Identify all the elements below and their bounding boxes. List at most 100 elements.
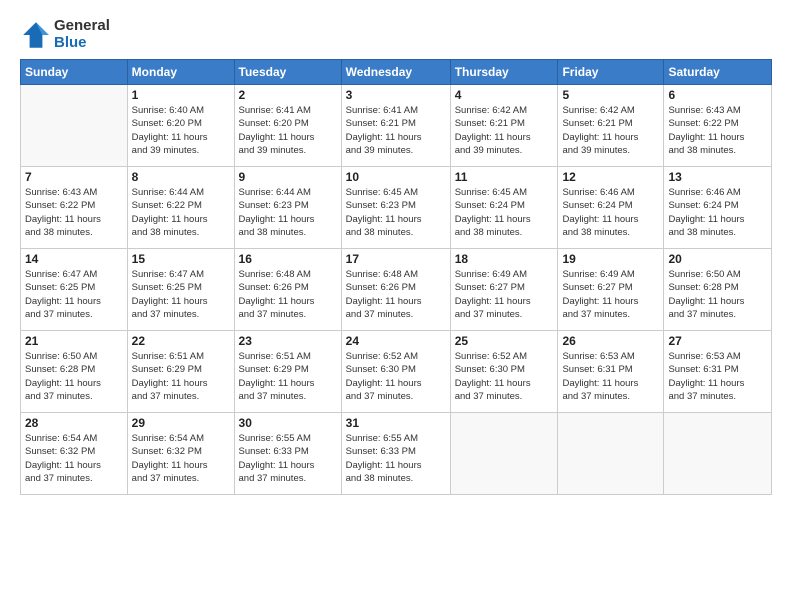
day-info: Sunrise: 6:41 AM Sunset: 6:20 PM Dayligh… <box>239 104 337 157</box>
calendar-cell: 12 Sunrise: 6:46 AM Sunset: 6:24 PM Dayli… <box>558 167 664 249</box>
day-info: Sunrise: 6:45 AM Sunset: 6:24 PM Dayligh… <box>455 186 554 239</box>
weekday-header-thursday: Thursday <box>450 60 558 85</box>
calendar-cell: 4Sunrise: 6:42 AM Sunset: 6:21 PM Daylig… <box>450 85 558 167</box>
weekday-header-row: SundayMondayTuesdayWednesdayThursdayFrid… <box>21 60 772 85</box>
week-row-5: 28 Sunrise: 6:54 AM Sunset: 6:32 PM Dayli… <box>21 413 772 495</box>
header: General Blue <box>20 18 772 51</box>
day-info: Sunrise: 6:43 AM Sunset: 6:22 PM Dayligh… <box>25 186 123 239</box>
day-number: 28 <box>25 416 123 430</box>
week-row-4: 21 Sunrise: 6:50 AM Sunset: 6:28 PM Dayli… <box>21 331 772 413</box>
calendar-cell: 22 Sunrise: 6:51 AM Sunset: 6:29 PM Dayli… <box>127 331 234 413</box>
day-info: Sunrise: 6:51 AM Sunset: 6:29 PM Dayligh… <box>239 350 337 403</box>
calendar-cell: 2 Sunrise: 6:41 AM Sunset: 6:20 PM Daylig… <box>234 85 341 167</box>
calendar-cell: 30Sunrise: 6:55 AM Sunset: 6:33 PM Dayli… <box>234 413 341 495</box>
week-row-1: 1 Sunrise: 6:40 AM Sunset: 6:20 PM Daylig… <box>21 85 772 167</box>
calendar-cell: 17 Sunrise: 6:48 AM Sunset: 6:26 PM Dayli… <box>341 249 450 331</box>
week-row-2: 7 Sunrise: 6:43 AM Sunset: 6:22 PM Daylig… <box>21 167 772 249</box>
calendar-cell: 16Sunrise: 6:48 AM Sunset: 6:26 PM Dayli… <box>234 249 341 331</box>
day-number: 7 <box>25 170 123 184</box>
day-info: Sunrise: 6:45 AM Sunset: 6:23 PM Dayligh… <box>346 186 446 239</box>
calendar-cell <box>450 413 558 495</box>
day-number: 13 <box>668 170 767 184</box>
day-number: 14 <box>25 252 123 266</box>
weekday-header-friday: Friday <box>558 60 664 85</box>
day-info: Sunrise: 6:49 AM Sunset: 6:27 PM Dayligh… <box>562 268 659 321</box>
day-info: Sunrise: 6:42 AM Sunset: 6:21 PM Dayligh… <box>562 104 659 157</box>
day-number: 1 <box>132 88 230 102</box>
day-info: Sunrise: 6:47 AM Sunset: 6:25 PM Dayligh… <box>132 268 230 321</box>
day-number: 19 <box>562 252 659 266</box>
day-number: 31 <box>346 416 446 430</box>
day-number: 2 <box>239 88 337 102</box>
calendar-cell: 24Sunrise: 6:52 AM Sunset: 6:30 PM Dayli… <box>341 331 450 413</box>
weekday-header-wednesday: Wednesday <box>341 60 450 85</box>
day-number: 29 <box>132 416 230 430</box>
day-number: 22 <box>132 334 230 348</box>
calendar-table: SundayMondayTuesdayWednesdayThursdayFrid… <box>20 59 772 495</box>
day-info: Sunrise: 6:46 AM Sunset: 6:24 PM Dayligh… <box>562 186 659 239</box>
calendar-cell: 9Sunrise: 6:44 AM Sunset: 6:23 PM Daylig… <box>234 167 341 249</box>
day-number: 20 <box>668 252 767 266</box>
day-info: Sunrise: 6:48 AM Sunset: 6:26 PM Dayligh… <box>239 268 337 321</box>
calendar-cell: 23 Sunrise: 6:51 AM Sunset: 6:29 PM Dayli… <box>234 331 341 413</box>
calendar-cell: 25 Sunrise: 6:52 AM Sunset: 6:30 PM Dayli… <box>450 331 558 413</box>
day-info: Sunrise: 6:53 AM Sunset: 6:31 PM Dayligh… <box>562 350 659 403</box>
day-info: Sunrise: 6:40 AM Sunset: 6:20 PM Dayligh… <box>132 104 230 157</box>
day-number: 17 <box>346 252 446 266</box>
calendar-cell <box>558 413 664 495</box>
calendar-cell: 26 Sunrise: 6:53 AM Sunset: 6:31 PM Dayli… <box>558 331 664 413</box>
day-number: 24 <box>346 334 446 348</box>
page: General Blue SundayMondayTuesdayWednesda… <box>0 0 792 612</box>
week-row-3: 14 Sunrise: 6:47 AM Sunset: 6:25 PM Dayli… <box>21 249 772 331</box>
day-number: 6 <box>668 88 767 102</box>
weekday-header-saturday: Saturday <box>664 60 772 85</box>
calendar-cell: 5 Sunrise: 6:42 AM Sunset: 6:21 PM Daylig… <box>558 85 664 167</box>
weekday-header-sunday: Sunday <box>21 60 128 85</box>
day-info: Sunrise: 6:50 AM Sunset: 6:28 PM Dayligh… <box>25 350 123 403</box>
calendar-cell: 21 Sunrise: 6:50 AM Sunset: 6:28 PM Dayli… <box>21 331 128 413</box>
calendar-cell: 10Sunrise: 6:45 AM Sunset: 6:23 PM Dayli… <box>341 167 450 249</box>
day-info: Sunrise: 6:55 AM Sunset: 6:33 PM Dayligh… <box>346 432 446 485</box>
day-info: Sunrise: 6:53 AM Sunset: 6:31 PM Dayligh… <box>668 350 767 403</box>
day-info: Sunrise: 6:55 AM Sunset: 6:33 PM Dayligh… <box>239 432 337 485</box>
calendar-cell: 3 Sunrise: 6:41 AM Sunset: 6:21 PM Daylig… <box>341 85 450 167</box>
calendar-cell: 15 Sunrise: 6:47 AM Sunset: 6:25 PM Dayli… <box>127 249 234 331</box>
calendar-cell: 6 Sunrise: 6:43 AM Sunset: 6:22 PM Daylig… <box>664 85 772 167</box>
day-info: Sunrise: 6:51 AM Sunset: 6:29 PM Dayligh… <box>132 350 230 403</box>
logo: General Blue <box>20 18 110 51</box>
day-number: 8 <box>132 170 230 184</box>
calendar-cell: 7 Sunrise: 6:43 AM Sunset: 6:22 PM Daylig… <box>21 167 128 249</box>
day-info: Sunrise: 6:43 AM Sunset: 6:22 PM Dayligh… <box>668 104 767 157</box>
day-number: 26 <box>562 334 659 348</box>
calendar-cell <box>664 413 772 495</box>
day-info: Sunrise: 6:54 AM Sunset: 6:32 PM Dayligh… <box>132 432 230 485</box>
day-number: 5 <box>562 88 659 102</box>
day-info: Sunrise: 6:50 AM Sunset: 6:28 PM Dayligh… <box>668 268 767 321</box>
day-number: 15 <box>132 252 230 266</box>
logo-text: General Blue <box>54 18 110 51</box>
calendar-cell: 13Sunrise: 6:46 AM Sunset: 6:24 PM Dayli… <box>664 167 772 249</box>
calendar-cell: 14 Sunrise: 6:47 AM Sunset: 6:25 PM Dayli… <box>21 249 128 331</box>
calendar-cell: 20 Sunrise: 6:50 AM Sunset: 6:28 PM Dayli… <box>664 249 772 331</box>
day-info: Sunrise: 6:44 AM Sunset: 6:22 PM Dayligh… <box>132 186 230 239</box>
day-info: Sunrise: 6:49 AM Sunset: 6:27 PM Dayligh… <box>455 268 554 321</box>
day-number: 12 <box>562 170 659 184</box>
day-number: 25 <box>455 334 554 348</box>
day-info: Sunrise: 6:54 AM Sunset: 6:32 PM Dayligh… <box>25 432 123 485</box>
day-number: 4 <box>455 88 554 102</box>
calendar-cell: 1 Sunrise: 6:40 AM Sunset: 6:20 PM Daylig… <box>127 85 234 167</box>
day-number: 3 <box>346 88 446 102</box>
day-info: Sunrise: 6:41 AM Sunset: 6:21 PM Dayligh… <box>346 104 446 157</box>
calendar-cell: 31 Sunrise: 6:55 AM Sunset: 6:33 PM Dayli… <box>341 413 450 495</box>
day-info: Sunrise: 6:52 AM Sunset: 6:30 PM Dayligh… <box>455 350 554 403</box>
calendar-cell: 8 Sunrise: 6:44 AM Sunset: 6:22 PM Daylig… <box>127 167 234 249</box>
day-number: 21 <box>25 334 123 348</box>
day-info: Sunrise: 6:47 AM Sunset: 6:25 PM Dayligh… <box>25 268 123 321</box>
day-number: 23 <box>239 334 337 348</box>
day-info: Sunrise: 6:48 AM Sunset: 6:26 PM Dayligh… <box>346 268 446 321</box>
day-number: 18 <box>455 252 554 266</box>
logo-icon <box>20 19 52 51</box>
calendar-cell: 29 Sunrise: 6:54 AM Sunset: 6:32 PM Dayli… <box>127 413 234 495</box>
weekday-header-monday: Monday <box>127 60 234 85</box>
calendar-cell: 19 Sunrise: 6:49 AM Sunset: 6:27 PM Dayli… <box>558 249 664 331</box>
